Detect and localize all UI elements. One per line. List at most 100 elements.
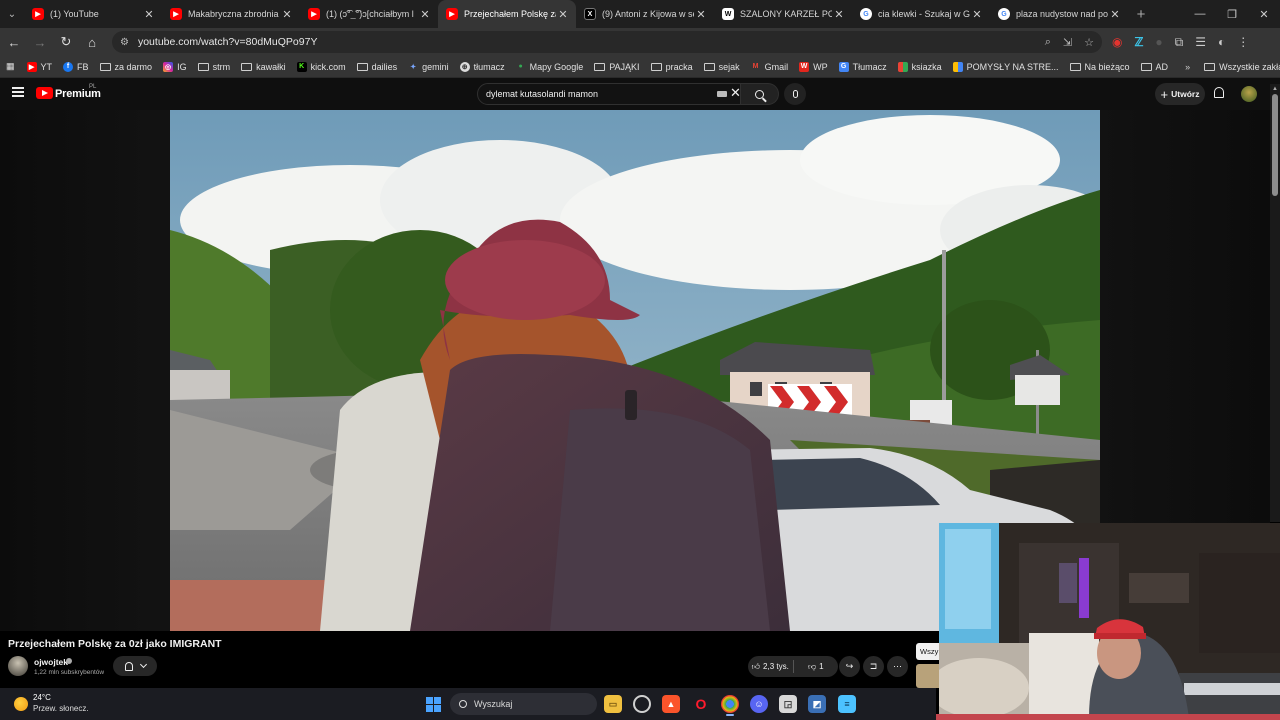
menu-dots-icon[interactable]: ⋮ xyxy=(1237,35,1249,49)
browser-tab-active[interactable]: ▶ Przejechałem Polskę za 0zł ✕ xyxy=(438,0,576,28)
close-tab-icon[interactable]: ✕ xyxy=(694,8,708,21)
keyboard-icon[interactable] xyxy=(717,91,727,97)
channel-name[interactable]: ojwojtek xyxy=(34,657,68,667)
notepad-icon[interactable]: ≡ xyxy=(838,695,856,713)
subscribed-button[interactable] xyxy=(113,656,157,676)
save-button[interactable]: ⊐ xyxy=(863,656,884,677)
site-info-icon[interactable]: ⚙ xyxy=(120,37,129,48)
search-button[interactable] xyxy=(741,83,779,105)
channel-avatar[interactable] xyxy=(8,656,28,676)
account-avatar[interactable] xyxy=(1241,86,1257,102)
bookmark-gemini[interactable]: ✦ gemini xyxy=(408,62,448,72)
bookmark-folder[interactable]: pracka xyxy=(650,61,693,72)
bookmark-label: FB xyxy=(77,61,89,72)
close-tab-icon[interactable]: ✕ xyxy=(418,8,432,21)
bookmark-folder[interactable]: dailies xyxy=(356,62,397,72)
browser-tab[interactable]: ▶ (1) (ↄ͡°_͡°)ↄ[chciałbym l ✕ xyxy=(300,0,438,28)
folder-icon xyxy=(1140,62,1152,71)
install-app-icon[interactable]: ⇲ xyxy=(1063,36,1072,49)
extension-icon[interactable]: ● xyxy=(1155,35,1162,49)
browser-tab[interactable]: ▶ (1) YouTube ✕ xyxy=(24,0,162,28)
close-tab-icon[interactable]: ✕ xyxy=(970,8,984,21)
file-explorer-icon[interactable]: ▭ xyxy=(604,695,622,713)
forward-arrow-icon[interactable]: → xyxy=(28,35,52,50)
record-extension-icon[interactable]: ◉ xyxy=(1112,35,1122,49)
bookmark-gmail[interactable]: M Gmail xyxy=(751,62,788,72)
clear-search-icon[interactable]: ✕ xyxy=(730,85,741,101)
reload-icon[interactable]: ↻ xyxy=(54,34,78,50)
puzzle-icon[interactable]: ⧉ xyxy=(1175,35,1184,50)
back-arrow-icon[interactable]: ← xyxy=(2,35,26,50)
capcut-icon[interactable]: ◲ xyxy=(779,695,797,713)
bookmark-folder[interactable]: kawałki xyxy=(241,62,286,72)
translate-extension-icon[interactable]: ℤ xyxy=(1134,35,1143,49)
youtube-logo-icon[interactable] xyxy=(36,87,53,99)
more-bookmarks-chevron-icon[interactable]: » xyxy=(1185,62,1190,72)
bookmark-folder[interactable]: PAJĄKI xyxy=(594,62,640,72)
maximize-icon[interactable]: ❐ xyxy=(1216,8,1248,21)
bookmark-kick[interactable]: Kkick.com xyxy=(296,61,346,72)
brave-icon[interactable]: ▲ xyxy=(662,695,680,713)
bookmark-folder[interactable]: za darmo xyxy=(99,62,152,72)
close-tab-icon[interactable]: ✕ xyxy=(556,8,570,21)
photos-icon[interactable]: ◩ xyxy=(808,695,826,713)
new-tab-button[interactable]: + xyxy=(1128,6,1154,23)
sun-weather-icon[interactable] xyxy=(14,697,28,711)
browser-tab[interactable]: G plaza nudystow nad polsk ✕ xyxy=(990,0,1128,28)
opera-icon[interactable]: O xyxy=(692,695,710,713)
hamburger-menu-icon[interactable] xyxy=(12,87,24,97)
browser-tab[interactable]: W SZALONY KARZEŁ POLICJ ✕ xyxy=(714,0,852,28)
dislike-button[interactable]: 👎︎ 1 xyxy=(794,656,839,677)
more-actions-button[interactable]: ⋯ xyxy=(887,656,908,677)
share-button[interactable]: ↪ xyxy=(839,656,860,677)
home-icon[interactable]: ⌂ xyxy=(80,35,104,50)
bookmark-maps[interactable]: ● Mapy Google xyxy=(516,62,584,72)
scroll-up-arrow-icon[interactable]: ▲ xyxy=(1272,86,1278,92)
apps-grid-icon[interactable]: ▦ xyxy=(6,61,15,72)
app-circle-icon[interactable] xyxy=(633,695,651,713)
folder-icon xyxy=(356,62,368,71)
profile-icon[interactable]: ◐ xyxy=(1218,35,1225,49)
bookmark-folder[interactable]: strm xyxy=(197,62,230,72)
media-controls-icon[interactable]: ☰ xyxy=(1195,35,1206,49)
bookmark-folder[interactable]: Na bieżąco xyxy=(1069,62,1130,72)
bookmark-yt[interactable]: ▶ YT xyxy=(26,61,52,72)
search-input[interactable]: dylemat kutasolandi mamon xyxy=(477,83,741,105)
bookmark-fb[interactable]: f FB xyxy=(63,61,89,72)
bookmark-label: pracka xyxy=(665,61,693,72)
bookmark-book[interactable]: ksiazka xyxy=(897,61,942,72)
weather-description[interactable]: Przew. słonecz. xyxy=(33,704,89,713)
tab-search-chevron-icon[interactable]: ⌄ xyxy=(0,0,24,28)
zoom-search-icon[interactable]: ⌕ xyxy=(1045,36,1051,49)
bookmark-folder[interactable]: sejak xyxy=(703,62,740,72)
bookmark-ig[interactable]: ◎ IG xyxy=(163,61,187,72)
bookmark-ideas[interactable]: POMYSŁY NA STRE... xyxy=(952,61,1059,72)
bookmark-translate[interactable]: G Tłumacz xyxy=(838,61,887,72)
create-button[interactable]: + Utwórz xyxy=(1155,83,1205,105)
windows-start-icon[interactable] xyxy=(426,697,441,712)
browser-tab[interactable]: G cia klewki - Szukaj w Goo ✕ xyxy=(852,0,990,28)
close-window-icon[interactable]: ✕ xyxy=(1248,8,1280,21)
recommended-thumbnail[interactable] xyxy=(916,664,940,688)
chrome-icon[interactable] xyxy=(721,695,739,713)
address-bar[interactable]: ⚙ youtube.com/watch?v=80dMuQPo97Y ⌕ ⇲ ☆ xyxy=(112,31,1102,53)
bookmark-folder[interactable]: AD xyxy=(1140,62,1168,72)
taskbar-search-input[interactable]: Wyszukaj xyxy=(450,693,597,715)
close-tab-icon[interactable]: ✕ xyxy=(832,8,846,21)
bookmark-translate[interactable]: ⊕ tłumacz xyxy=(459,61,505,72)
like-button[interactable]: 👍︎ 2,3 tys. xyxy=(748,656,793,677)
scrollbar-thumb[interactable] xyxy=(1272,94,1278,196)
close-tab-icon[interactable]: ✕ xyxy=(142,8,156,21)
bookmark-star-icon[interactable]: ☆ xyxy=(1084,36,1094,49)
weather-temperature[interactable]: 24°C xyxy=(33,693,51,702)
notifications-bell-icon[interactable] xyxy=(1214,87,1224,98)
browser-tab[interactable]: ▶ Makabryczna zbrodnia w ✕ xyxy=(162,0,300,28)
discord-icon[interactable]: ☺ xyxy=(750,695,768,713)
all-bookmarks-folder[interactable]: Wszystkie zakładki xyxy=(1204,62,1280,72)
voice-search-button[interactable] xyxy=(784,83,806,105)
browser-tab[interactable]: X (9) Antoni z Kijowa w serv ✕ xyxy=(576,0,714,28)
bookmark-wp[interactable]: W WP xyxy=(799,61,828,72)
minimize-icon[interactable]: — xyxy=(1184,8,1216,21)
close-tab-icon[interactable]: ✕ xyxy=(1108,8,1122,21)
close-tab-icon[interactable]: ✕ xyxy=(280,8,294,21)
